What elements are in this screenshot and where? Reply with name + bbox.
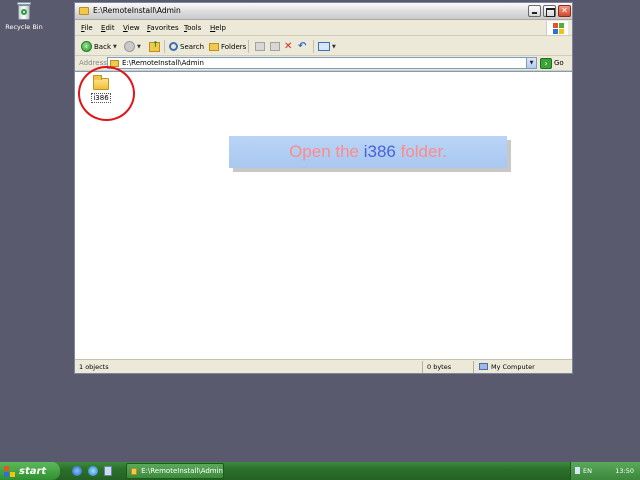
folder-item-label: i386 xyxy=(91,93,111,103)
copy-to-button[interactable] xyxy=(270,40,280,53)
toolbar: ‹ Back ▼ ▼ Search Folders ✕ xyxy=(75,36,572,56)
search-label: Search xyxy=(180,42,205,51)
back-label: Back xyxy=(94,42,111,51)
taskbar: start E:\RemoteInstall\Admin EN 13:50 xyxy=(0,462,640,480)
taskbar-window-button[interactable]: E:\RemoteInstall\Admin xyxy=(126,463,224,479)
instruction-highlight: i386 xyxy=(363,142,396,161)
windows-logo-icon xyxy=(546,21,568,35)
show-desktop-icon[interactable] xyxy=(104,466,112,476)
instruction-callout: Open the i386 folder. xyxy=(229,136,507,168)
toolbar-divider xyxy=(313,40,314,53)
menu-file[interactable]: File xyxy=(81,24,93,32)
address-bar: Address E:\RemoteInstall\Admin ▼ › Go xyxy=(75,56,572,71)
recycle-bin-label: Recycle Bin xyxy=(5,23,43,31)
system-tray: EN 13:50 xyxy=(570,462,640,480)
explorer-window: E:\RemoteInstall\Admin ✕ File Edit View … xyxy=(74,2,573,374)
close-button[interactable]: ✕ xyxy=(558,5,571,17)
address-value: E:\RemoteInstall\Admin xyxy=(122,59,204,67)
folders-button[interactable]: Folders xyxy=(209,40,246,53)
menu-edit[interactable]: Edit xyxy=(101,24,115,32)
status-location: My Computer xyxy=(491,363,535,371)
media-player-icon[interactable] xyxy=(88,466,98,476)
status-object-count: 1 objects xyxy=(79,363,109,371)
maximize-button[interactable] xyxy=(543,5,556,17)
folder-icon xyxy=(131,467,138,475)
menu-help[interactable]: Help xyxy=(210,24,226,32)
views-icon xyxy=(318,42,330,51)
instruction-suffix: folder. xyxy=(395,142,447,161)
menu-favorites[interactable]: Favorites xyxy=(147,24,179,32)
status-bar: 1 objects 0 bytes My Computer xyxy=(75,359,572,373)
chevron-down-icon[interactable]: ▼ xyxy=(526,58,536,68)
toolbar-divider xyxy=(248,40,249,53)
chevron-down-icon[interactable]: ▼ xyxy=(137,44,141,50)
recycle-bin-desktop-icon[interactable]: Recycle Bin xyxy=(4,2,44,31)
status-divider xyxy=(473,361,474,373)
title-bar[interactable]: E:\RemoteInstall\Admin ✕ xyxy=(75,3,572,20)
status-divider xyxy=(422,361,423,373)
chevron-down-icon[interactable]: ▼ xyxy=(332,44,336,50)
undo-button[interactable]: ↶ xyxy=(298,40,306,53)
clock[interactable]: 13:50 xyxy=(615,467,634,475)
menu-view[interactable]: View xyxy=(123,24,140,32)
search-button[interactable]: Search xyxy=(169,40,204,53)
folder-icon xyxy=(79,7,89,15)
instruction-prefix: Open the xyxy=(289,142,364,161)
go-label: Go xyxy=(554,59,564,67)
up-button[interactable] xyxy=(149,40,160,53)
undo-icon: ↶ xyxy=(298,41,307,52)
forward-arrow-icon xyxy=(124,41,135,52)
back-arrow-icon: ‹ xyxy=(81,41,92,52)
go-arrow-icon: › xyxy=(540,57,552,69)
delete-button[interactable]: ✕ xyxy=(284,40,292,53)
move-to-icon xyxy=(255,42,265,51)
forward-button[interactable]: ▼ xyxy=(124,40,141,53)
folder-up-icon xyxy=(149,40,160,52)
chevron-down-icon[interactable]: ▼ xyxy=(113,44,117,50)
copy-to-icon xyxy=(270,42,280,51)
window-title: E:\RemoteInstall\Admin xyxy=(93,6,181,15)
minimize-button[interactable] xyxy=(528,5,541,17)
search-icon xyxy=(169,42,178,51)
file-list-area[interactable]: i386 Open the i386 folder. xyxy=(75,66,572,360)
move-to-button[interactable] xyxy=(255,40,265,53)
menu-bar: File Edit View Favorites Tools Help xyxy=(75,20,572,36)
internet-explorer-icon[interactable] xyxy=(72,466,82,476)
my-computer-icon xyxy=(479,363,488,370)
folder-icon xyxy=(93,75,109,90)
language-indicator[interactable]: EN xyxy=(583,467,592,475)
address-field[interactable]: E:\RemoteInstall\Admin ▼ xyxy=(107,57,537,69)
delete-icon: ✕ xyxy=(284,41,293,52)
start-button[interactable]: start xyxy=(0,462,60,480)
status-size: 0 bytes xyxy=(427,363,452,371)
folders-icon xyxy=(209,42,219,51)
back-button[interactable]: ‹ Back ▼ xyxy=(81,40,117,53)
go-button[interactable]: › Go xyxy=(540,57,564,69)
views-button[interactable]: ▼ xyxy=(318,40,336,53)
windows-logo-icon xyxy=(4,465,15,477)
taskbar-window-label: E:\RemoteInstall\Admin xyxy=(141,467,223,475)
menu-tools[interactable]: Tools xyxy=(184,24,201,32)
folder-item-i386[interactable]: i386 xyxy=(87,75,115,103)
start-label: start xyxy=(19,465,47,477)
toolbar-divider xyxy=(164,40,165,53)
speaker-icon[interactable] xyxy=(575,467,580,474)
recycle-bin-icon xyxy=(16,2,32,20)
folders-label: Folders xyxy=(221,42,247,51)
